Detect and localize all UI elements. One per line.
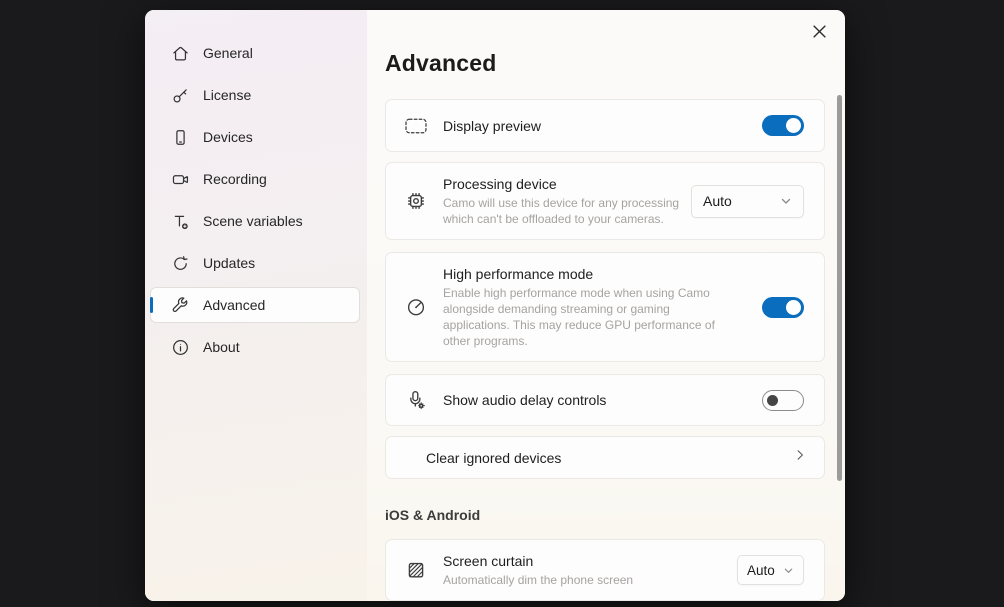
dropdown-value: Auto	[747, 563, 775, 578]
toggle-knob	[786, 300, 801, 315]
sidebar-item-general[interactable]: General	[150, 32, 360, 74]
audio-delay-toggle[interactable]	[762, 390, 804, 411]
sidebar-item-label: Advanced	[203, 297, 265, 313]
info-icon	[171, 338, 190, 357]
chevron-down-icon	[780, 195, 792, 207]
clear-ignored-devices-row[interactable]: Clear ignored devices	[385, 436, 825, 479]
sidebar-item-label: Devices	[203, 129, 253, 145]
screen-curtain-dropdown[interactable]: Auto	[737, 555, 804, 585]
row-description: Camo will use this device for any proces…	[443, 195, 691, 227]
display-preview-toggle[interactable]	[762, 115, 804, 136]
chevron-down-icon	[783, 565, 794, 576]
display-preview-row: Display preview	[385, 99, 825, 152]
toggle-knob	[767, 395, 778, 406]
sidebar-item-scene-variables[interactable]: Scene variables	[150, 200, 360, 242]
sidebar: General License Devices Recording Scene	[145, 10, 367, 601]
row-label: Screen curtain	[443, 552, 737, 570]
processing-device-dropdown[interactable]: Auto	[691, 185, 804, 218]
row-label: Processing device	[443, 175, 691, 193]
key-icon	[171, 86, 190, 105]
sidebar-item-label: Updates	[203, 255, 255, 271]
dropdown-value: Auto	[703, 193, 732, 209]
screen-curtain-row: Screen curtain Automatically dim the pho…	[385, 539, 825, 601]
wrench-icon	[171, 296, 190, 315]
sidebar-item-label: About	[203, 339, 240, 355]
home-icon	[171, 44, 190, 63]
row-description: Automatically dim the phone screen	[443, 572, 737, 588]
row-label: Display preview	[443, 117, 762, 135]
close-button[interactable]	[805, 18, 833, 44]
sidebar-item-advanced[interactable]: Advanced	[150, 287, 360, 323]
hatched-square-icon	[404, 559, 428, 581]
high-performance-toggle[interactable]	[762, 297, 804, 318]
sidebar-item-label: Recording	[203, 171, 267, 187]
sidebar-item-about[interactable]: About	[150, 326, 360, 368]
row-description: Enable high performance mode when using …	[443, 285, 739, 349]
row-label: Show audio delay controls	[443, 391, 762, 409]
processing-device-row: Processing device Camo will use this dev…	[385, 162, 825, 240]
page-title: Advanced	[385, 50, 825, 77]
scrollbar[interactable]	[837, 95, 842, 481]
sidebar-item-devices[interactable]: Devices	[150, 116, 360, 158]
sidebar-item-label: General	[203, 45, 253, 61]
close-icon	[813, 25, 826, 38]
sidebar-item-label: License	[203, 87, 251, 103]
gauge-icon	[404, 296, 428, 318]
audio-delay-row: Show audio delay controls	[385, 374, 825, 426]
section-header-ios-android: iOS & Android	[385, 507, 825, 523]
settings-dialog: General License Devices Recording Scene	[145, 10, 845, 601]
toggle-knob	[786, 118, 801, 133]
main-panel: Advanced Display preview Processing devi…	[367, 10, 845, 601]
dashed-frame-icon	[404, 116, 428, 136]
mic-gear-icon	[404, 389, 428, 411]
row-label: High performance mode	[443, 265, 762, 283]
sidebar-item-updates[interactable]: Updates	[150, 242, 360, 284]
row-label: Clear ignored devices	[426, 449, 561, 467]
high-performance-row: High performance mode Enable high perfor…	[385, 252, 825, 362]
chevron-right-icon	[792, 447, 808, 468]
chip-icon	[404, 190, 428, 212]
sidebar-item-license[interactable]: License	[150, 74, 360, 116]
sidebar-item-label: Scene variables	[203, 213, 303, 229]
phone-icon	[171, 128, 190, 147]
video-camera-icon	[171, 170, 190, 189]
sidebar-item-recording[interactable]: Recording	[150, 158, 360, 200]
refresh-icon	[171, 254, 190, 273]
text-variable-icon	[171, 212, 190, 231]
